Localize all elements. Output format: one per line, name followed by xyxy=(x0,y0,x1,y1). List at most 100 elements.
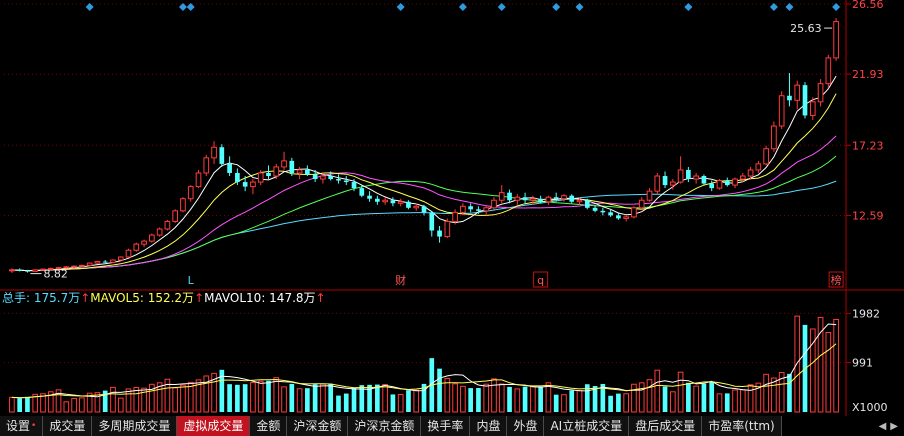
stock-chart[interactable]: 26.56 21.93 17.23 12.59 25.63 8.82 L 财 q 榜总手: 175… xyxy=(0,0,904,416)
tab-4[interactable]: 金额 xyxy=(250,416,288,436)
event-diamond-icon xyxy=(396,3,405,11)
candle-body xyxy=(133,243,140,251)
volume-bar xyxy=(125,388,132,413)
volume-bar xyxy=(638,382,645,413)
tab-label: 外盘 xyxy=(513,419,538,433)
volume-tick-label: 1982 xyxy=(852,307,880,320)
tab-9[interactable]: 外盘 xyxy=(507,416,545,436)
candle-body xyxy=(709,183,715,189)
candle-body xyxy=(631,207,637,218)
candle-body xyxy=(219,147,225,164)
candle-body xyxy=(616,215,621,219)
volume-bar xyxy=(375,384,380,412)
tab-5[interactable]: 沪深金额 xyxy=(287,416,349,436)
indicator-tab-bar: 设置• 成交量 多周期成交量 虚拟成交量 金额 沪深金额 沪深京金额 换手率 内盘 外盘 AI立桩成… xyxy=(0,416,904,436)
candle-body xyxy=(203,157,210,174)
candle-body xyxy=(281,160,287,168)
price-tick-label: 26.56 xyxy=(852,0,884,11)
volume-bar xyxy=(250,382,256,413)
candle-body xyxy=(732,178,738,186)
volume-bar xyxy=(266,380,271,412)
notification-dot-icon: • xyxy=(31,421,37,431)
tab-11[interactable]: 盘后成交量 xyxy=(629,416,703,436)
candle-body xyxy=(102,261,108,263)
volume-bar xyxy=(343,393,349,412)
candle-body xyxy=(514,196,521,201)
candle-body xyxy=(538,198,543,202)
candle-body xyxy=(739,175,746,180)
tab-8[interactable]: 内盘 xyxy=(470,416,508,436)
volume-tick-label: 991 xyxy=(852,357,873,370)
candle-body xyxy=(227,163,232,173)
candle-body xyxy=(257,172,264,183)
candle-body xyxy=(211,146,217,159)
candle-body xyxy=(375,198,380,202)
volume-bar xyxy=(289,383,295,412)
candle-body xyxy=(498,192,505,201)
candle-body xyxy=(141,240,147,245)
candle-body xyxy=(413,205,420,209)
tab-7[interactable]: 换手率 xyxy=(421,416,471,436)
candle-body xyxy=(79,264,85,267)
volume-bar xyxy=(825,331,832,413)
volume-bar xyxy=(538,386,543,412)
volume-bar xyxy=(732,389,738,413)
candle-body xyxy=(242,182,248,187)
candle-body xyxy=(235,172,240,183)
candle-body xyxy=(180,198,186,212)
volume-bar xyxy=(406,390,411,412)
volume-bar xyxy=(242,384,248,412)
candle-body xyxy=(336,179,341,181)
tab-2[interactable]: 多周期成交量 xyxy=(92,416,178,436)
volume-bar xyxy=(709,381,715,412)
candle-body xyxy=(507,192,512,201)
candle-body xyxy=(569,195,575,202)
volume-bar xyxy=(63,401,70,413)
candle-body xyxy=(794,84,801,101)
candle-body xyxy=(701,176,707,184)
volume-bar xyxy=(491,378,497,413)
candle-body xyxy=(117,256,124,261)
volume-bar xyxy=(545,382,552,413)
event-marker-label: q xyxy=(537,274,544,287)
volume-bar xyxy=(71,397,77,413)
tab-10[interactable]: AI立桩成交量 xyxy=(544,416,630,436)
volume-bar xyxy=(833,318,839,413)
volume-bar xyxy=(351,387,357,412)
candle-body xyxy=(266,172,271,177)
scroll-left-icon[interactable]: ◀ xyxy=(879,421,887,432)
tab-label: 换手率 xyxy=(427,419,464,433)
candle-body xyxy=(825,57,832,85)
price-tick-label: 17.23 xyxy=(852,139,884,152)
candle-body xyxy=(584,200,590,208)
volume-bar xyxy=(669,391,676,413)
max-price-label: 25.63 xyxy=(790,22,822,35)
candle-body xyxy=(669,181,676,186)
volume-bar xyxy=(382,384,388,413)
volume-bar xyxy=(235,384,240,412)
candle-body xyxy=(273,166,280,177)
tab-3[interactable]: 虚拟成交量 xyxy=(177,416,251,436)
volume-bar xyxy=(296,388,303,413)
candle-body xyxy=(172,210,179,222)
volume-bar xyxy=(117,397,124,413)
volume-bar xyxy=(460,385,466,413)
candle-body xyxy=(638,199,645,209)
candle-body xyxy=(553,197,559,199)
volume-bar xyxy=(437,368,442,412)
candle-body xyxy=(623,216,630,219)
candle-body xyxy=(802,85,808,116)
tab-6[interactable]: 沪深京金额 xyxy=(348,416,422,436)
event-diamond-icon xyxy=(186,3,195,11)
candle-body xyxy=(716,180,723,189)
volume-up-arrow-icon: ↑ xyxy=(194,291,204,305)
tab-1[interactable]: 成交量 xyxy=(43,416,93,436)
scroll-right-icon[interactable]: ▶ xyxy=(890,421,898,432)
volume-bar xyxy=(483,383,490,413)
volume-ma5-legend: MAVOL5: 152.2万 xyxy=(90,291,194,305)
volume-bar xyxy=(701,383,707,412)
price-tick-label: 12.59 xyxy=(852,210,884,223)
tab-12[interactable]: 市盈率(ttm) xyxy=(702,416,782,436)
candle-body xyxy=(561,195,567,200)
tab-0[interactable]: 设置• xyxy=(0,416,44,436)
